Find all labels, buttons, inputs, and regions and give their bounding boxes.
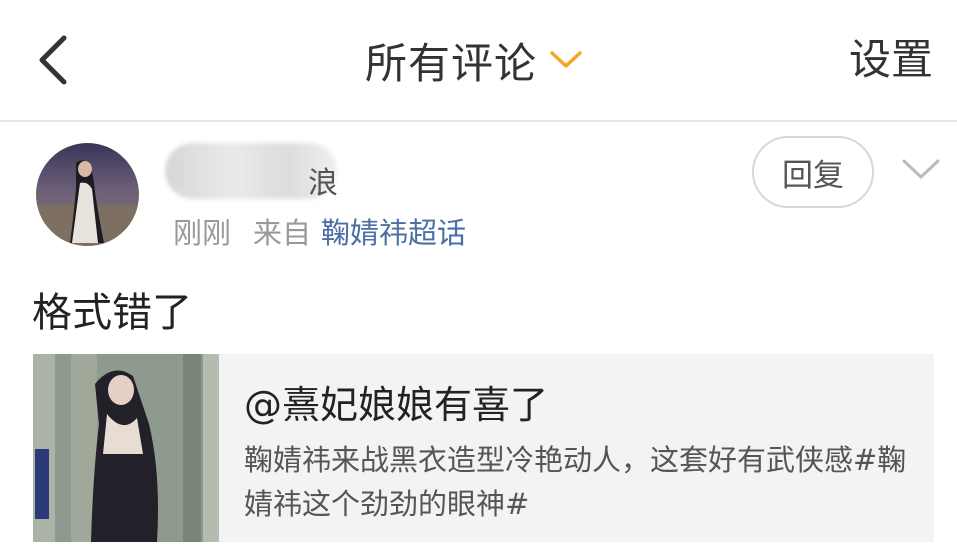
quoted-post-card[interactable]: @熹妃娘娘有喜了 鞠婧祎来战黑衣造型冷艳动人，这套好有武侠感#鞠婧祎这个劲劲的眼… <box>33 354 934 542</box>
comment-text: 格式错了 <box>32 290 192 336</box>
avatar[interactable] <box>36 143 139 246</box>
chevron-left-icon <box>39 35 67 85</box>
chevron-down-icon <box>902 159 940 179</box>
comment-filter-dropdown[interactable]: 所有评论 <box>365 30 583 90</box>
comment-time: 刚刚 <box>173 216 232 250</box>
reply-button[interactable]: 回复 <box>752 136 874 208</box>
more-options-button[interactable] <box>900 155 942 185</box>
back-button[interactable] <box>30 30 80 90</box>
chevron-down-icon <box>550 51 582 68</box>
card-title: @熹妃娘娘有喜了 <box>244 383 549 427</box>
top-bar: 所有评论 设置 <box>0 0 957 122</box>
card-description: 鞠婧祎来战黑衣造型冷艳动人，这套好有武侠感#鞠婧祎这个劲劲的眼神# <box>244 443 907 521</box>
from-label: 来自 <box>253 216 312 250</box>
comment-meta: 刚刚 来自 鞠婧祎超话 <box>173 210 466 252</box>
username-visible-fragment: 浪 <box>308 166 338 201</box>
card-thumbnail <box>33 354 219 542</box>
page-title: 所有评论 <box>365 38 538 88</box>
settings-button[interactable]: 设置 <box>849 30 933 90</box>
source-link[interactable]: 鞠婧祎超话 <box>321 216 466 250</box>
